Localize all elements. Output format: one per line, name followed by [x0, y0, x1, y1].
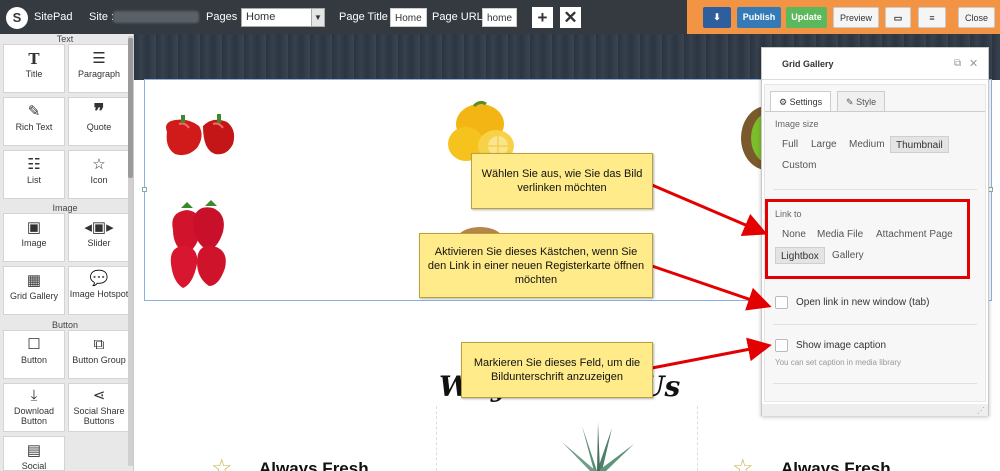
update-button[interactable]: Update [786, 7, 827, 28]
page-title-input[interactable]: Home [390, 8, 427, 27]
section-label-image: Image [52, 203, 78, 213]
hotspot-comment-icon: 💬 [89, 270, 109, 287]
grid-icon: ▦ [26, 272, 42, 289]
section-label-text: Text [56, 34, 74, 44]
widget-image-hotspot[interactable]: 💬 Image Hotspot [68, 266, 130, 315]
sitepad-logo-icon: S [6, 7, 28, 29]
desktop-monitor-icon[interactable]: ▭ [885, 7, 911, 28]
section-label-button: Button [51, 320, 79, 330]
widget-sidebar: Text T Title ☰ Paragraph ✎ Rich Text ❞ Q… [0, 34, 134, 471]
widget-grid-gallery[interactable]: ▦ Grid Gallery [3, 266, 65, 315]
detach-window-icon[interactable]: ⧉ [954, 58, 961, 69]
widget-download-button[interactable]: ⤓ Download Button [3, 383, 65, 432]
resize-handle-left[interactable] [142, 187, 147, 192]
button-square-icon: ☐ [27, 336, 41, 353]
pages-select-value: Home [246, 11, 276, 23]
close-icon[interactable]: ✕ [969, 57, 978, 70]
site-name-blurred [113, 11, 199, 23]
edit-pencil-icon: ✎ [27, 103, 41, 120]
widget-image[interactable]: ▣ Image [3, 213, 65, 262]
link-to-highlight-box [765, 199, 970, 279]
divider [773, 383, 977, 384]
site-label: Site : [89, 11, 115, 23]
feature-title: Always Fresh [259, 459, 369, 471]
column-divider [436, 406, 437, 471]
caption-help-text: You can set caption in media library [775, 358, 901, 367]
panel-title: Grid Gallery [782, 59, 834, 69]
star-icon: ☆ [92, 156, 106, 173]
gallery-image-strawberries[interactable] [163, 198, 233, 294]
share-icon: ⋖ [92, 387, 106, 404]
divider [773, 189, 977, 190]
callout-new-tab: Aktivieren Sie dieses Kästchen, wenn Sie… [419, 233, 653, 298]
widget-title[interactable]: T Title [3, 44, 65, 93]
widget-icon[interactable]: ☆ Icon [68, 150, 130, 199]
paragraph-lines-icon: ☰ [92, 50, 106, 67]
show-caption-checkbox[interactable] [775, 339, 788, 352]
top-bar: S SitePad Site : Pages : Home ▼ Page Tit… [0, 0, 1000, 34]
widget-button[interactable]: ☐ Button [3, 330, 65, 379]
feature-title: Always Fresh [781, 459, 891, 471]
quote-icon: ❞ [93, 101, 105, 123]
widget-quote[interactable]: ❞ Quote [68, 97, 130, 146]
image-size-option-custom[interactable]: Custom [777, 157, 821, 174]
widget-rich-text[interactable]: ✎ Rich Text [3, 97, 65, 146]
pages-select[interactable]: Home ▼ [241, 8, 325, 27]
pages-label: Pages : [206, 11, 244, 23]
slider-icon: ◂▣▸ [84, 219, 114, 236]
panel-footer: ⋰ [762, 404, 988, 416]
gallery-image-peppers[interactable] [159, 112, 243, 162]
callout-caption: Markieren Sie dieses Feld, um die Bildun… [461, 342, 653, 398]
brush-icon: ✎ [846, 97, 854, 107]
show-caption-label[interactable]: Show image caption [796, 340, 886, 351]
button-group-icon: ⧉ [93, 336, 105, 353]
image-size-label: Image size [775, 119, 819, 129]
chevron-down-icon: ▼ [311, 9, 324, 26]
scrollbar-thumb[interactable] [128, 38, 133, 178]
panel-header[interactable]: Grid Gallery ⧉ ✕ [762, 48, 988, 80]
delete-page-x-icon[interactable]: ✕ [560, 7, 581, 28]
tab-settings[interactable]: ⚙ Settings [770, 91, 832, 112]
action-bar: ⬇ Publish Update Preview ▭ ≡ Close [687, 0, 1000, 34]
image-size-option-medium[interactable]: Medium [844, 136, 890, 153]
resize-grip-icon[interactable]: ⋰ [977, 406, 985, 415]
widget-paragraph[interactable]: ☰ Paragraph [68, 44, 130, 93]
widget-social[interactable]: ▤ Social [3, 436, 65, 471]
title-t-icon: T [28, 50, 40, 68]
widget-list[interactable]: ☷ List [3, 150, 65, 199]
add-page-plus-icon[interactable]: + [532, 7, 553, 28]
sidebar-scrollbar[interactable] [128, 36, 133, 466]
star-outline-icon: ☆ [732, 455, 754, 471]
image-icon: ▣ [26, 219, 42, 236]
gear-icon: ⚙ [779, 97, 788, 107]
widget-social-share-buttons[interactable]: ⋖ Social Share Buttons [68, 383, 130, 432]
list-icon: ☷ [27, 156, 41, 173]
image-size-option-full[interactable]: Full [777, 136, 803, 153]
brand-name: SitePad [34, 11, 73, 23]
page-url-input[interactable]: home [482, 8, 518, 27]
callout-link-to: Wählen Sie aus, wie Sie das Bild verlink… [471, 153, 653, 209]
download-icon: ⤓ [30, 387, 38, 404]
divider [773, 324, 977, 325]
image-size-option-thumbnail[interactable]: Thumbnail [890, 136, 949, 153]
open-new-window-label[interactable]: Open link in new window (tab) [796, 297, 929, 308]
tab-style[interactable]: ✎ Style [837, 91, 886, 112]
page-url-label: Page URL : [432, 11, 489, 23]
image-size-option-large[interactable]: Large [806, 136, 842, 153]
page-title-label: Page Title : [339, 11, 395, 23]
column-divider [697, 406, 698, 471]
publish-button[interactable]: Publish [737, 7, 781, 28]
social-icon: ▤ [26, 442, 42, 459]
download-arrow-icon[interactable]: ⬇ [703, 7, 731, 28]
preview-button[interactable]: Preview [833, 7, 879, 28]
star-outline-icon: ☆ [211, 455, 233, 471]
close-button[interactable]: Close [958, 7, 995, 28]
widget-button-group[interactable]: ⧉ Button Group [68, 330, 130, 379]
tab-divider [765, 111, 985, 112]
widget-slider[interactable]: ◂▣▸ Slider [68, 213, 130, 262]
plant-image [562, 422, 634, 471]
open-new-window-checkbox[interactable] [775, 296, 788, 309]
menu-hamburger-icon[interactable]: ≡ [918, 7, 946, 28]
